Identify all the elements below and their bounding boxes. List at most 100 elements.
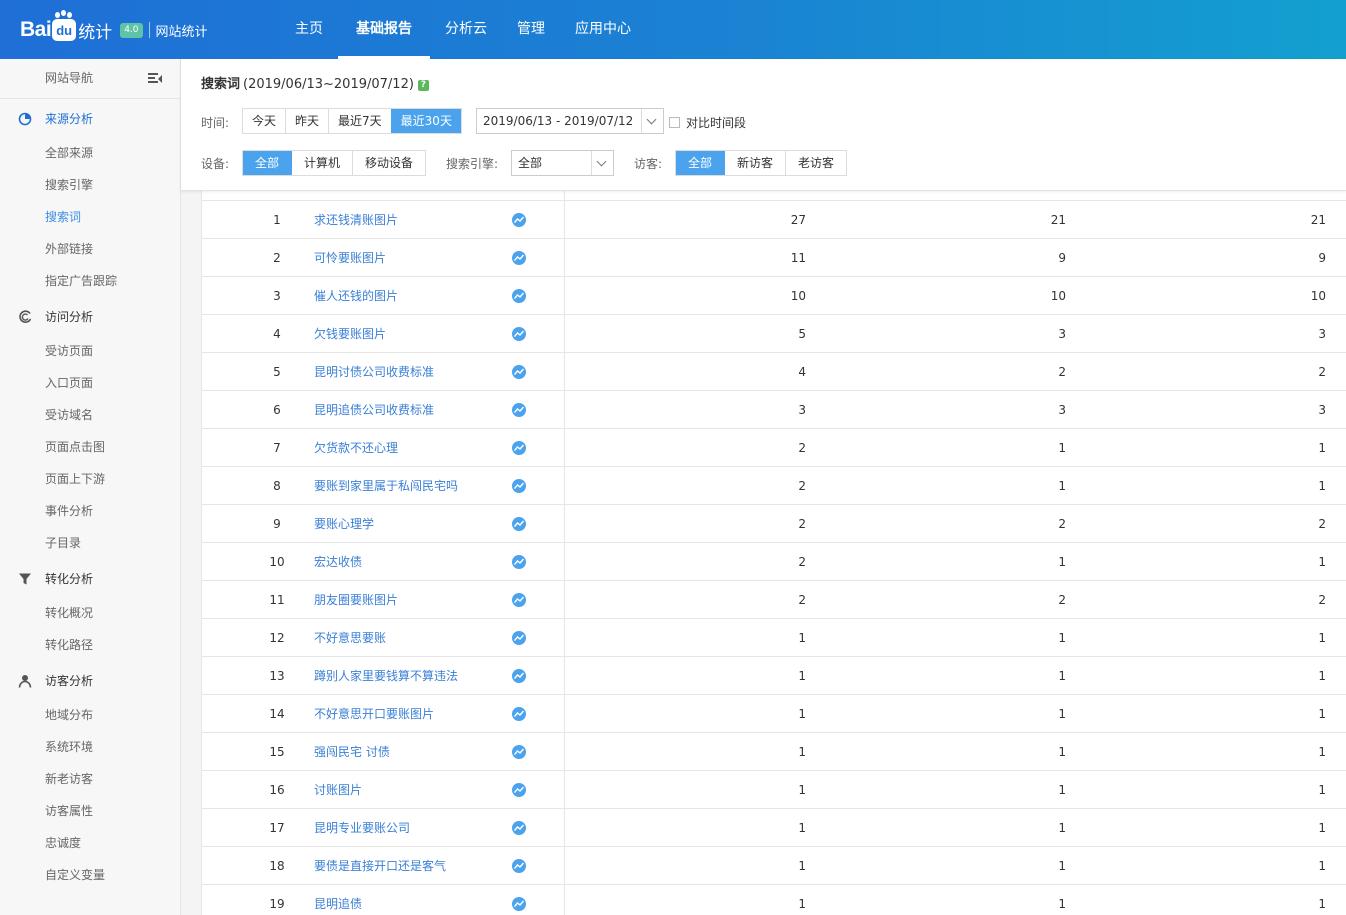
visitor-new-button[interactable]: 新访客 [724, 151, 785, 175]
ip-value: 3 [1318, 403, 1326, 417]
trend-chart-icon[interactable] [512, 707, 526, 721]
keyword-link[interactable]: 要债是直接开口还是客气 [314, 847, 446, 885]
sidebar-group-visitor[interactable]: 访客分析 [0, 663, 180, 699]
device-mobile-button[interactable]: 移动设备 [352, 151, 425, 175]
visitor-returning-button[interactable]: 老访客 [785, 151, 846, 175]
compare-period-checkbox[interactable]: 对比时间段 [669, 114, 746, 131]
sidebar-item-subdirectory[interactable]: 子目录 [0, 527, 180, 559]
nav-basic-report[interactable]: 基础报告 [338, 0, 430, 59]
keyword-link[interactable]: 欠货款不还心理 [314, 429, 398, 467]
trend-chart-icon[interactable] [512, 859, 526, 873]
sidebar-item-region[interactable]: 地域分布 [0, 699, 180, 731]
nav-analysis-cloud[interactable]: 分析云 [430, 0, 502, 59]
table-row: 7 欠货款不还心理 2 1 1 [202, 429, 1346, 467]
uv-value: 1 [1058, 631, 1066, 645]
keyword-link[interactable]: 欠钱要账图片 [314, 315, 386, 353]
sidebar-item-conversion-overview[interactable]: 转化概况 [0, 597, 180, 629]
sidebar-group-visit[interactable]: 访问分析 [0, 299, 180, 335]
sidebar-item-click-map[interactable]: 页面点击图 [0, 431, 180, 463]
trend-chart-icon[interactable] [512, 555, 526, 569]
sidebar-item-custom-vars[interactable]: 自定义变量 [0, 859, 180, 891]
device-computer-button[interactable]: 计算机 [291, 151, 352, 175]
sidebar-item-page-flow[interactable]: 页面上下游 [0, 463, 180, 495]
sidebar-group-source[interactable]: 来源分析 [0, 101, 180, 137]
collapse-sidebar-icon[interactable] [148, 73, 162, 84]
nav-app-center[interactable]: 应用中心 [560, 0, 646, 59]
trend-chart-icon[interactable] [512, 441, 526, 455]
trend-chart-icon[interactable] [512, 251, 526, 265]
sidebar-item-system-env[interactable]: 系统环境 [0, 731, 180, 763]
sidebar-item-visited-pages[interactable]: 受访页面 [0, 335, 180, 367]
keyword-link[interactable]: 可怜要账图片 [314, 239, 386, 277]
trend-chart-icon[interactable] [512, 327, 526, 341]
trend-chart-icon[interactable] [512, 403, 526, 417]
time-last30-button[interactable]: 最近30天 [390, 109, 461, 133]
keyword-link[interactable]: 昆明专业要账公司 [314, 809, 410, 847]
sidebar-item-new-returning[interactable]: 新老访客 [0, 763, 180, 795]
nav-manage[interactable]: 管理 [502, 0, 560, 59]
keyword-link[interactable]: 要账心理学 [314, 505, 374, 543]
sidebar-item-ad-tracking[interactable]: 指定广告跟踪 [0, 265, 180, 297]
help-icon[interactable]: ? [417, 80, 429, 91]
sidebar-item-conversion-path[interactable]: 转化路径 [0, 629, 180, 661]
sidebar-item-search-words[interactable]: 搜索词 [0, 201, 180, 233]
trend-chart-icon[interactable] [512, 897, 526, 911]
trend-chart-icon[interactable] [512, 745, 526, 759]
trend-chart-icon[interactable] [512, 289, 526, 303]
row-index: 18 [269, 859, 285, 873]
sidebar-item-visitor-attrs[interactable]: 访客属性 [0, 795, 180, 827]
trend-chart-icon[interactable] [512, 669, 526, 683]
sidebar-group-conversion[interactable]: 转化分析 [0, 561, 180, 597]
trend-chart-icon[interactable] [512, 479, 526, 493]
keyword-link[interactable]: 强闯民宅 讨债 [314, 733, 390, 771]
keyword-link[interactable]: 昆明讨债公司收费标准 [314, 353, 434, 391]
nav-home[interactable]: 主页 [280, 0, 338, 59]
funnel-icon [19, 573, 31, 585]
chevron-down-icon [641, 109, 663, 133]
ip-value: 1 [1318, 821, 1326, 835]
logo-divider [148, 22, 150, 38]
sidebar-item-external-links[interactable]: 外部链接 [0, 233, 180, 265]
trend-chart-icon[interactable] [512, 821, 526, 835]
time-today-button[interactable]: 今天 [243, 109, 285, 133]
visitor-all-button[interactable]: 全部 [676, 151, 725, 175]
pv-value: 10 [790, 289, 806, 303]
keyword-link[interactable]: 不好意思要账 [314, 619, 386, 657]
trend-chart-icon[interactable] [512, 517, 526, 531]
keyword-link[interactable]: 讨账图片 [314, 771, 362, 809]
keyword-link[interactable]: 不好意思开口要账图片 [314, 695, 434, 733]
logo-tongji-text: 统计 [78, 22, 113, 43]
trend-chart-icon[interactable] [512, 631, 526, 645]
trend-chart-icon[interactable] [512, 593, 526, 607]
keyword-link[interactable]: 朋友圈要账图片 [314, 581, 398, 619]
sidebar-item-search-engine[interactable]: 搜索引擎 [0, 169, 180, 201]
checkbox-box[interactable] [669, 117, 680, 128]
pv-value: 1 [798, 707, 806, 721]
uv-value: 3 [1058, 327, 1066, 341]
trend-chart-icon[interactable] [512, 213, 526, 227]
keyword-link[interactable]: 昆明追债 [314, 885, 362, 915]
sidebar-item-event-analysis[interactable]: 事件分析 [0, 495, 180, 527]
uv-value: 21 [1050, 213, 1066, 227]
time-yesterday-button[interactable]: 昨天 [285, 109, 328, 133]
search-engine-select[interactable]: 全部 [511, 150, 614, 176]
keyword-link[interactable]: 要账到家里属于私闯民宅吗 [314, 467, 458, 505]
keyword-link[interactable]: 求还钱清账图片 [314, 201, 398, 239]
device-all-button[interactable]: 全部 [243, 151, 292, 175]
sidebar-item-loyalty[interactable]: 忠诚度 [0, 827, 180, 859]
trend-chart-icon[interactable] [512, 783, 526, 797]
sidebar-item-all-sources[interactable]: 全部来源 [0, 137, 180, 169]
keyword-link[interactable]: 昆明追债公司收费标准 [314, 391, 434, 429]
keyword-link[interactable]: 催人还钱的图片 [314, 277, 398, 315]
page-title: 搜索词 (2019/06/13~2019/07/12)? [201, 73, 429, 92]
time-last7-button[interactable]: 最近7天 [328, 109, 391, 133]
page-title-text: 搜索词 [201, 77, 241, 92]
trend-chart-icon[interactable] [512, 365, 526, 379]
sidebar-item-entry-pages[interactable]: 入口页面 [0, 367, 180, 399]
sidebar-item-visited-domains[interactable]: 受访域名 [0, 399, 180, 431]
baidu-tongji-logo[interactable]: Bai du 统计 4.0 网站统计 [20, 12, 208, 48]
ip-value: 1 [1318, 631, 1326, 645]
date-range-picker[interactable]: 2019/06/13 - 2019/07/12 [476, 108, 664, 134]
keyword-link[interactable]: 蹲别人家里要钱算不算违法 [314, 657, 458, 695]
keyword-link[interactable]: 宏达收债 [314, 543, 362, 581]
